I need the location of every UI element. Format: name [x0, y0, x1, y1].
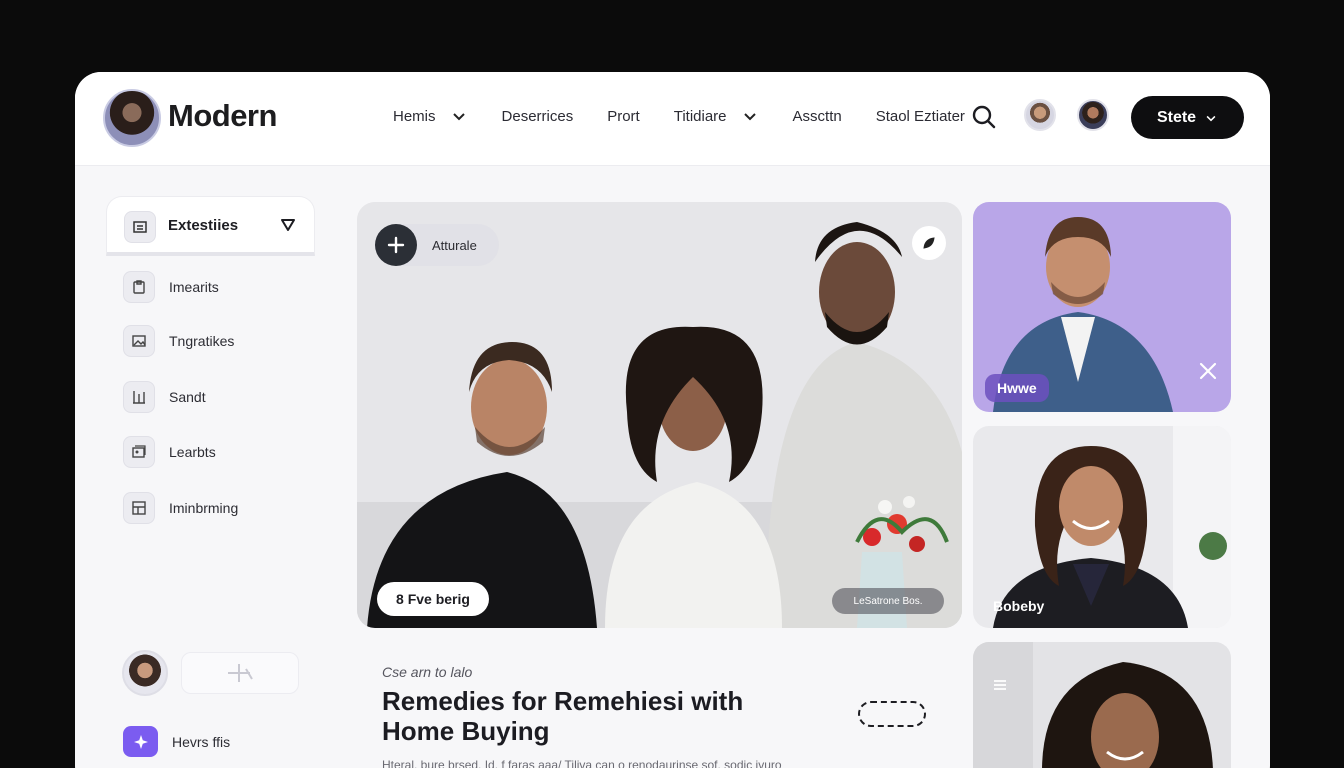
- profile-card[interactable]: Hwwe: [973, 202, 1231, 412]
- image-icon: [123, 325, 155, 357]
- sidebar-item-label: Tngratikes: [169, 333, 235, 349]
- sidebar-item-learbts[interactable]: Learbts: [123, 434, 313, 470]
- cta-label: Stete: [1156, 108, 1197, 126]
- nav-item-hemis[interactable]: Hemis: [393, 107, 468, 125]
- stete-button[interactable]: Stete: [1131, 96, 1244, 139]
- chevron-down-icon: [1206, 115, 1216, 121]
- search-icon[interactable]: [971, 104, 997, 130]
- nav-item-label: Deserrices: [501, 107, 574, 125]
- sidebar-item-label: Imearits: [169, 279, 219, 295]
- profile-photo: [973, 642, 1231, 768]
- clipboard-icon: [123, 271, 155, 303]
- user-avatar[interactable]: [1024, 99, 1056, 131]
- sidebar-footer-label: Hevrs ffis: [172, 733, 231, 750]
- read-more-button[interactable]: [858, 701, 926, 727]
- brand-name[interactable]: Modern: [168, 98, 277, 134]
- profile-card-label: Bobeby: [993, 598, 1045, 614]
- close-icon[interactable]: [1197, 360, 1219, 382]
- nav-item-deserrices[interactable]: Deserrices: [502, 108, 574, 125]
- hero-image[interactable]: Atturale 8 Fve berig LeSatrone Bos.: [357, 202, 962, 628]
- menu-icon[interactable]: [991, 676, 1009, 694]
- chevron-down-icon: [743, 113, 756, 121]
- hero-tag-label: LeSatrone Bos.: [832, 588, 944, 614]
- sidebar-header-label: Extestiies: [168, 217, 239, 234]
- chip-label: Atturale: [432, 237, 477, 253]
- pin-icon: [228, 664, 253, 682]
- profile-card-label: Hwwe: [985, 374, 1049, 402]
- sidebar-dropdown[interactable]: Extestiies: [106, 196, 315, 256]
- sidebar-item-imearits[interactable]: Imearits: [123, 269, 313, 305]
- app-window: Modern Hemis Deserrices Prort Titidiare …: [75, 72, 1270, 768]
- nav-item-label: Prort: [607, 107, 640, 125]
- profile-card[interactable]: Bobeby: [973, 426, 1231, 628]
- nav-item-label: Asscttn: [792, 107, 842, 125]
- profile-card[interactable]: [973, 642, 1231, 768]
- user-avatar[interactable]: [1077, 99, 1109, 131]
- sidebar-item-label: Iminbrming: [169, 500, 239, 516]
- sparkle-icon: [123, 726, 158, 757]
- hero-pill-label[interactable]: 8 Fve berig: [377, 582, 489, 616]
- nav-item-prort[interactable]: Prort: [607, 108, 640, 125]
- sidebar-item-tngratikes[interactable]: Tngratikes: [123, 323, 313, 359]
- chevron-down-icon: [452, 113, 465, 121]
- nav-item-label: Hemis: [393, 107, 436, 125]
- sidebar-item-iminbrming[interactable]: Iminbrming: [123, 490, 313, 526]
- article-excerpt: Hteral, bure brsed. Id. f faras aaa/ Til…: [382, 758, 782, 768]
- article-title[interactable]: Remedies for Remehiesi with Home Buying: [382, 686, 802, 746]
- triangle-down-icon: [281, 219, 295, 231]
- columns-icon: [123, 381, 155, 413]
- plus-icon: [375, 224, 417, 266]
- main-nav: Hemis Deserrices Prort Titidiare Asscttn…: [393, 107, 999, 125]
- top-header: Modern Hemis Deserrices Prort Titidiare …: [75, 72, 1270, 166]
- gallery-icon: [123, 436, 155, 468]
- nav-item-label: Staol Eztiater: [875, 107, 965, 125]
- sidebar-footer-item[interactable]: Hevrs ffis: [123, 726, 230, 757]
- nav-item-staol-eztiater[interactable]: Staol Eztiater: [876, 108, 965, 125]
- leaf-icon[interactable]: [912, 226, 946, 260]
- sidebar-item-label: Learbts: [169, 444, 216, 460]
- add-chip[interactable]: Atturale: [375, 224, 499, 266]
- brand-avatar[interactable]: [103, 89, 161, 147]
- add-placeholder-button[interactable]: [181, 652, 299, 694]
- nav-item-asscttn[interactable]: Asscttn: [793, 108, 842, 125]
- article-eyebrow: Cse arn to lalo: [382, 664, 473, 680]
- sidebar-user-avatar[interactable]: [122, 650, 168, 696]
- list-icon: [124, 211, 156, 243]
- layout-icon: [123, 492, 155, 524]
- nav-item-label: Titidiare: [673, 107, 727, 125]
- sidebar-item-sandt[interactable]: Sandt: [123, 379, 313, 415]
- nav-item-titidiare[interactable]: Titidiare: [674, 107, 759, 125]
- sidebar-item-label: Sandt: [169, 389, 206, 405]
